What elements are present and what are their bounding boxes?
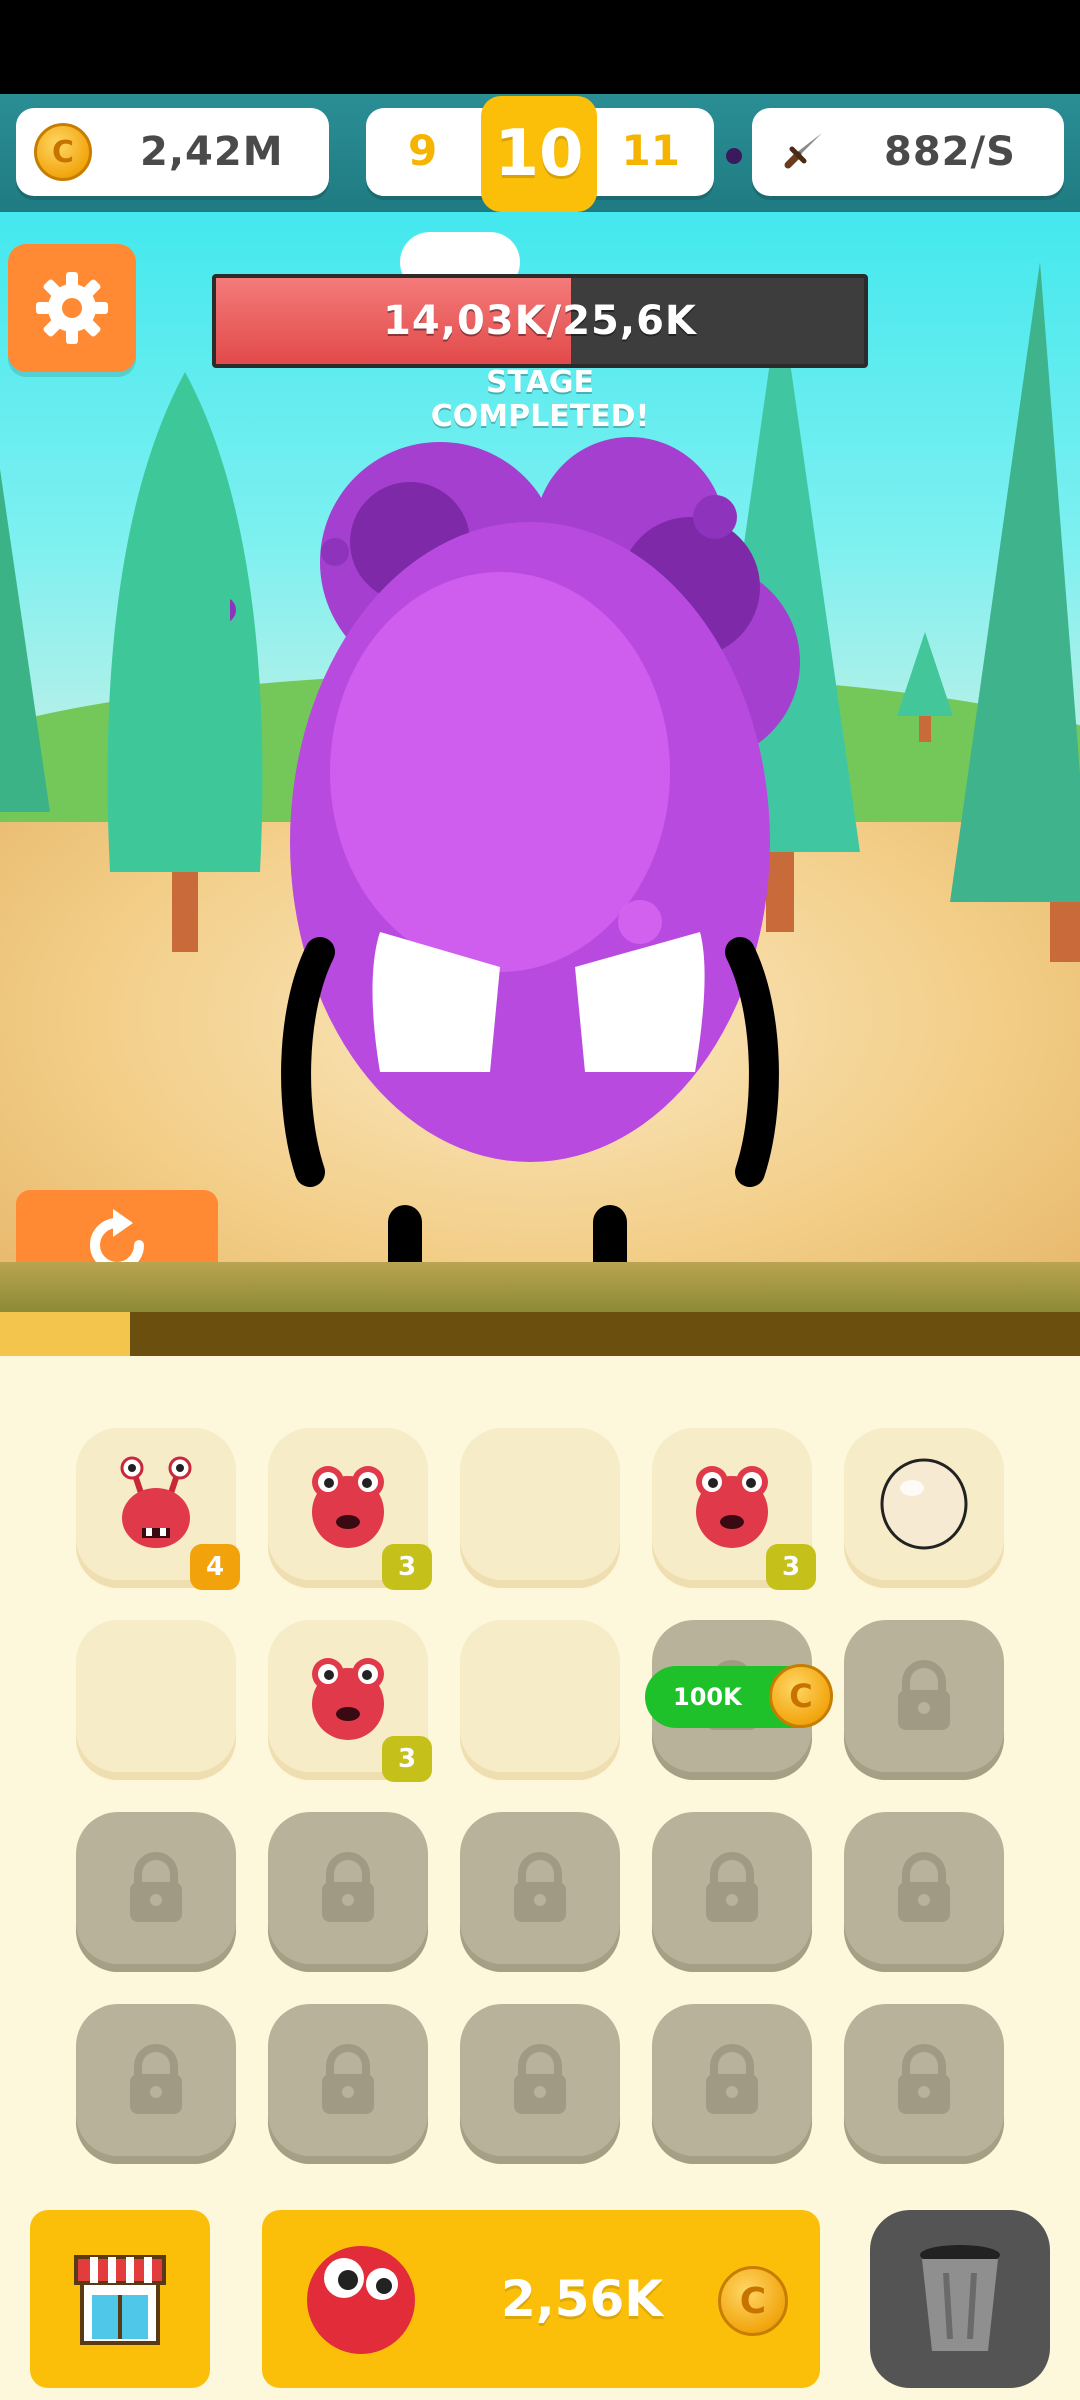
monster-level-badge: 3	[382, 1544, 432, 1590]
coin-counter: C 2,42M	[16, 108, 329, 196]
locked-slot[interactable]	[460, 1812, 620, 1972]
coin-icon: C	[769, 1664, 833, 1728]
lock-icon	[706, 1852, 758, 1922]
locked-slot[interactable]	[76, 1812, 236, 1972]
locked-slot[interactable]	[76, 2004, 236, 2164]
lock-icon	[322, 1852, 374, 1922]
purple-monster[interactable]	[230, 392, 850, 1312]
dagger-icon	[784, 133, 822, 169]
lock-icon	[130, 2044, 182, 2114]
lock-icon	[706, 2044, 758, 2114]
battle-scene[interactable]: 14,03K/25,6K STAGE COMPLETED!	[0, 212, 1080, 1312]
red-frog-monster-icon	[312, 1658, 384, 1740]
egg-icon	[880, 1458, 968, 1550]
locked-slot[interactable]	[844, 1812, 1004, 1972]
status-bar	[0, 0, 1080, 94]
unlock-slot-price[interactable]: 100K C	[645, 1664, 833, 1728]
monster-level-badge: 3	[382, 1736, 432, 1782]
locked-slot[interactable]	[844, 1620, 1004, 1780]
top-hud: C 2,42M 9 10 11 882/S	[0, 94, 1080, 212]
lock-icon	[130, 1852, 182, 1922]
empty-slot[interactable]	[76, 1620, 236, 1780]
coin-icon: C	[34, 123, 92, 181]
shop-button[interactable]	[30, 2210, 210, 2388]
level-indicator: 9 10 11	[366, 96, 714, 212]
settings-button[interactable]	[8, 244, 136, 372]
locked-slot[interactable]	[460, 2004, 620, 2164]
background-tree	[0, 469, 50, 812]
previous-level: 9	[408, 126, 438, 175]
locked-slot[interactable]	[268, 1812, 428, 1972]
gear-icon	[36, 272, 108, 344]
red-horn-monster-icon	[120, 1456, 192, 1548]
trash-icon	[920, 2245, 1000, 2351]
monster-slot[interactable]: 3	[652, 1428, 816, 1590]
coin-amount: 2,42M	[140, 129, 284, 175]
stage-progress-bar	[0, 1312, 1080, 1356]
lock-icon	[898, 1852, 950, 1922]
monster-level-badge: 4	[190, 1544, 240, 1590]
monster-slot[interactable]: 4	[76, 1428, 240, 1590]
locked-slot[interactable]	[844, 2004, 1004, 2164]
locked-slot[interactable]	[652, 1812, 812, 1972]
empty-slot[interactable]	[460, 1428, 620, 1588]
damage-per-second: 882/S	[752, 108, 1064, 196]
boss-health-bar: 14,03K/25,6K	[212, 274, 868, 368]
coin-icon: C	[718, 2266, 788, 2336]
level-dot	[726, 148, 742, 164]
background-tree	[950, 262, 1080, 962]
red-monster-icon	[307, 2246, 415, 2354]
lock-icon	[514, 2044, 566, 2114]
lock-icon	[898, 1660, 950, 1730]
shop-icon	[74, 2255, 166, 2345]
stage-progress-fill	[0, 1312, 130, 1356]
egg-slot[interactable]	[844, 1428, 1004, 1588]
buy-price: 2,56K	[500, 2270, 664, 2328]
lock-icon	[322, 2044, 374, 2114]
dps-value: 882/S	[884, 129, 1016, 175]
red-frog-monster-icon	[696, 1466, 768, 1548]
current-level: 10	[481, 96, 597, 212]
lock-icon	[514, 1852, 566, 1922]
monster-level-badge: 3	[766, 1544, 816, 1590]
locked-slot[interactable]	[268, 2004, 428, 2164]
red-frog-monster-icon	[312, 1466, 384, 1548]
next-level: 11	[621, 126, 680, 175]
background-tree	[897, 632, 953, 742]
buy-monster-button[interactable]: 2,56K C	[262, 2210, 820, 2388]
monster-slot[interactable]: 3	[268, 1620, 432, 1782]
trash-button[interactable]	[870, 2210, 1050, 2388]
health-text: 14,03K/25,6K	[383, 298, 697, 344]
lock-icon	[898, 2044, 950, 2114]
unlock-price-text: 100K	[673, 1683, 742, 1711]
locked-slot[interactable]	[652, 2004, 812, 2164]
empty-slot[interactable]	[460, 1620, 620, 1780]
monster-slot[interactable]: 3	[268, 1428, 432, 1590]
grass-edge	[0, 1262, 1080, 1312]
